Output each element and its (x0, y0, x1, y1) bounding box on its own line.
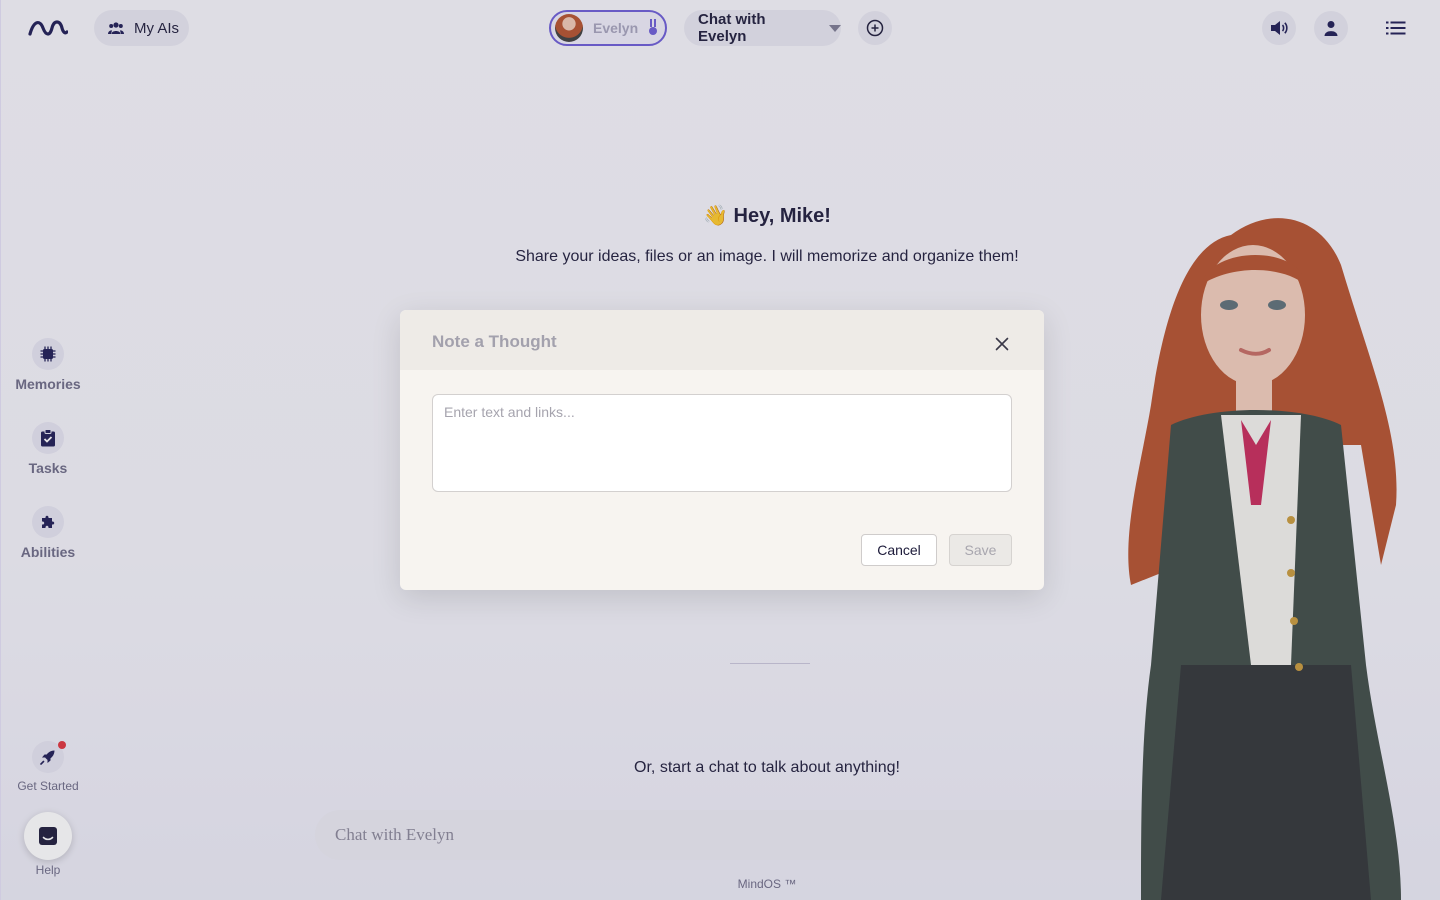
app-window: My AIs Evelyn Chat with Evelyn Memories … (0, 0, 1440, 900)
save-button[interactable]: Save (949, 534, 1012, 566)
note-thought-dialog: Note a Thought Cancel Save (400, 310, 1044, 590)
close-icon[interactable] (992, 334, 1012, 354)
cancel-button[interactable]: Cancel (861, 534, 937, 566)
note-text-input[interactable] (432, 394, 1012, 492)
dialog-title: Note a Thought (432, 332, 557, 351)
dialog-header: Note a Thought (400, 310, 1044, 370)
